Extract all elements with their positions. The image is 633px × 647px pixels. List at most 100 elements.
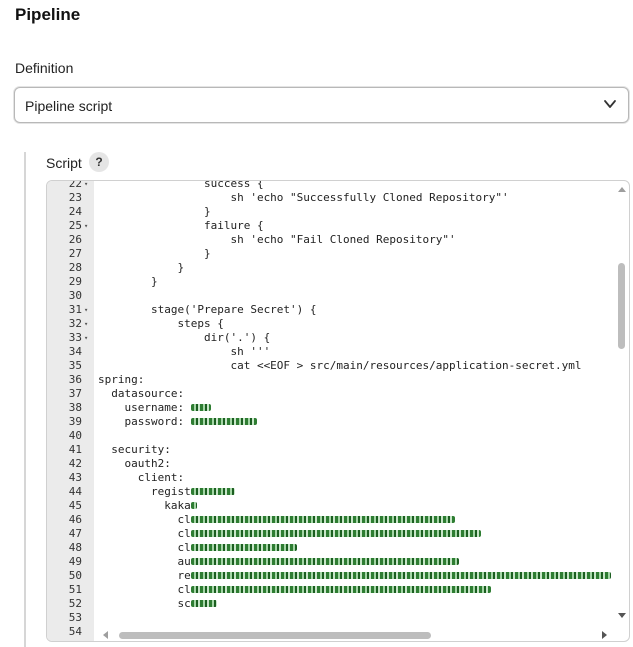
code-line[interactable]: 52 sc [47, 597, 613, 611]
line-number: 41 [68, 443, 82, 456]
scroll-up-icon[interactable] [618, 187, 626, 192]
scroll-down-icon[interactable] [618, 613, 626, 618]
code-line[interactable]: 33 ▾ dir('.') { [47, 331, 613, 345]
line-number: 37 [68, 387, 82, 400]
code-line[interactable]: 48 cl [47, 541, 613, 555]
code-line[interactable]: 26 sh 'echo "Fail Cloned Repository"' [47, 233, 613, 247]
line-number: 23 [68, 191, 82, 204]
code-text: dir('.') { [98, 331, 271, 344]
code-text: sh ''' [98, 345, 271, 358]
line-number: 26 [68, 233, 82, 246]
code-text: } [98, 247, 211, 260]
code-line[interactable]: 22 ▾ success { [47, 180, 613, 191]
scroll-left-icon[interactable] [103, 631, 108, 639]
code-line[interactable]: 27 } [47, 247, 613, 261]
code-text: client: [98, 471, 185, 484]
script-editor[interactable]: 22 ▾ success {23 sh 'echo "Successfully C… [46, 180, 630, 642]
line-number: 38 [68, 401, 82, 414]
code-text: success { [98, 180, 264, 190]
line-number: 28 [68, 261, 82, 274]
line-number: 36 [68, 373, 82, 386]
code-line[interactable]: 24 } [47, 205, 613, 219]
code-line[interactable]: 40 [47, 429, 613, 443]
code-line[interactable]: 25 ▾ failure { [47, 219, 613, 233]
redacted-value [191, 418, 257, 425]
line-number: 43 [68, 471, 82, 484]
line-number: 40 [68, 429, 82, 442]
code-line[interactable]: 49 au [47, 555, 613, 569]
vertical-scroll-thumb[interactable] [618, 263, 625, 349]
line-number: 29 [68, 275, 82, 288]
code-text: oauth2: [98, 457, 171, 470]
redacted-value [191, 558, 459, 565]
scroll-right-icon[interactable] [602, 631, 607, 639]
definition-select[interactable]: Pipeline script [14, 87, 629, 123]
code-text: sh 'echo "Fail Cloned Repository"' [98, 233, 456, 246]
code-line[interactable]: 38 username: [47, 401, 613, 415]
code-line[interactable]: 28 } [47, 261, 613, 275]
code-text: cl [98, 527, 191, 540]
help-icon[interactable]: ? [89, 152, 109, 172]
pipeline-section-title: Pipeline [15, 5, 81, 24]
line-number: 54 [68, 625, 82, 638]
redacted-value [191, 530, 481, 537]
code-line[interactable]: 50 re [47, 569, 613, 583]
fold-toggle-icon[interactable]: ▾ [84, 331, 88, 345]
code-line[interactable]: 32 ▾ steps { [47, 317, 613, 331]
code-text: au [98, 555, 191, 568]
horizontal-scrollbar[interactable] [99, 629, 609, 641]
line-number: 53 [68, 611, 82, 624]
code-line[interactable]: 47 cl [47, 527, 613, 541]
redacted-value [191, 488, 235, 495]
line-number: 34 [68, 345, 82, 358]
code-text: steps { [98, 317, 224, 330]
code-line[interactable]: 23 sh 'echo "Successfully Cloned Reposit… [47, 191, 613, 205]
code-text: sh 'echo "Successfully Cloned Repository… [98, 191, 509, 204]
script-section-rail [24, 152, 26, 647]
line-number: 27 [68, 247, 82, 260]
line-number: 47 [68, 527, 82, 540]
chevron-down-icon [604, 100, 616, 108]
code-line[interactable]: 43 client: [47, 471, 613, 485]
horizontal-scroll-thumb[interactable] [119, 632, 431, 639]
code-text: sc [98, 597, 191, 610]
line-number: 25 [68, 219, 82, 232]
code-line[interactable]: 31 ▾ stage('Prepare Secret') { [47, 303, 613, 317]
code-text: datasource: [98, 387, 185, 400]
code-line[interactable]: 29 } [47, 275, 613, 289]
redacted-value [191, 544, 297, 551]
code-line[interactable]: 44 regist [47, 485, 613, 499]
vertical-scrollbar[interactable] [614, 181, 629, 641]
code-line[interactable]: 51 cl [47, 583, 613, 597]
line-number: 50 [68, 569, 82, 582]
code-line[interactable]: 53 [47, 611, 613, 625]
code-line[interactable]: 37 datasource: [47, 387, 613, 401]
code-text: kaka [98, 499, 191, 512]
code-line[interactable]: 45 kaka [47, 499, 613, 513]
line-number: 35 [68, 359, 82, 372]
redacted-value [191, 572, 611, 579]
fold-toggle-icon[interactable]: ▾ [84, 219, 88, 233]
code-line[interactable]: 46 cl [47, 513, 613, 527]
line-number: 52 [68, 597, 82, 610]
code-line[interactable]: 41 security: [47, 443, 613, 457]
code-line[interactable]: 35 cat <<EOF > src/main/resources/applic… [47, 359, 613, 373]
code-line[interactable]: 42 oauth2: [47, 457, 613, 471]
fold-toggle-icon[interactable]: ▾ [84, 317, 88, 331]
code-line[interactable]: 30 [47, 289, 613, 303]
code-text: password: [98, 415, 191, 428]
code-line[interactable]: 36 spring: [47, 373, 613, 387]
script-label: Script [46, 155, 82, 171]
redacted-value [191, 516, 455, 523]
line-number: 32 [68, 317, 82, 330]
fold-toggle-icon[interactable]: ▾ [84, 303, 88, 317]
code-text: } [98, 205, 211, 218]
code-line[interactable]: 39 password: [47, 415, 613, 429]
line-number: 24 [68, 205, 82, 218]
definition-label: Definition [15, 60, 74, 76]
code-line[interactable]: 34 sh ''' [47, 345, 613, 359]
editor-code[interactable]: 22 ▾ success {23 sh 'echo "Successfully C… [47, 181, 613, 641]
line-number: 44 [68, 485, 82, 498]
line-number: 42 [68, 457, 82, 470]
fold-toggle-icon[interactable]: ▾ [84, 181, 88, 191]
